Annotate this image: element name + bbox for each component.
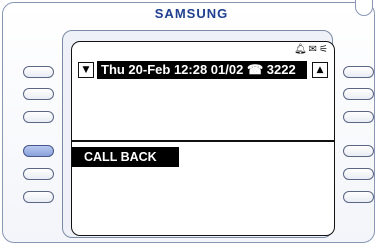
triangle-down-icon: ▼ — [82, 64, 90, 75]
scroll-up-button[interactable]: ▲ — [312, 62, 328, 78]
speaker-icon: ⚟ — [319, 44, 328, 55]
bell-icon: 🔔︎ — [293, 44, 307, 55]
left-key-3[interactable] — [23, 111, 54, 123]
scroll-down-button[interactable]: ▼ — [78, 62, 94, 78]
right-key-4[interactable] — [343, 145, 374, 157]
left-key-5[interactable] — [23, 168, 54, 180]
brand-logo: SAMSUNG — [154, 6, 229, 21]
left-key-6[interactable] — [23, 191, 54, 203]
right-key-5[interactable] — [343, 168, 374, 180]
envelope-icon: ✉︎ — [308, 44, 318, 55]
right-key-3[interactable] — [343, 111, 374, 123]
lcd-screen: 🔔︎ ✉︎ ⚟ ▼ Thu 20-Feb 12:28 01/02 ☎ 3222 … — [71, 41, 335, 236]
right-key-2[interactable] — [343, 88, 374, 100]
date-time-extension-bar: Thu 20-Feb 12:28 01/02 ☎ 3222 — [97, 61, 307, 79]
right-key-6[interactable] — [343, 191, 374, 203]
left-key-2[interactable] — [23, 88, 54, 100]
softkey-label-call-back: CALL BACK — [72, 147, 179, 167]
status-icons: 🔔︎ ✉︎ ⚟ — [294, 44, 328, 55]
left-key-1[interactable] — [23, 66, 54, 78]
screen-divider — [72, 140, 334, 142]
triangle-up-icon: ▲ — [316, 64, 324, 75]
right-key-1[interactable] — [343, 66, 374, 78]
left-key-4-call-back[interactable] — [23, 145, 54, 157]
